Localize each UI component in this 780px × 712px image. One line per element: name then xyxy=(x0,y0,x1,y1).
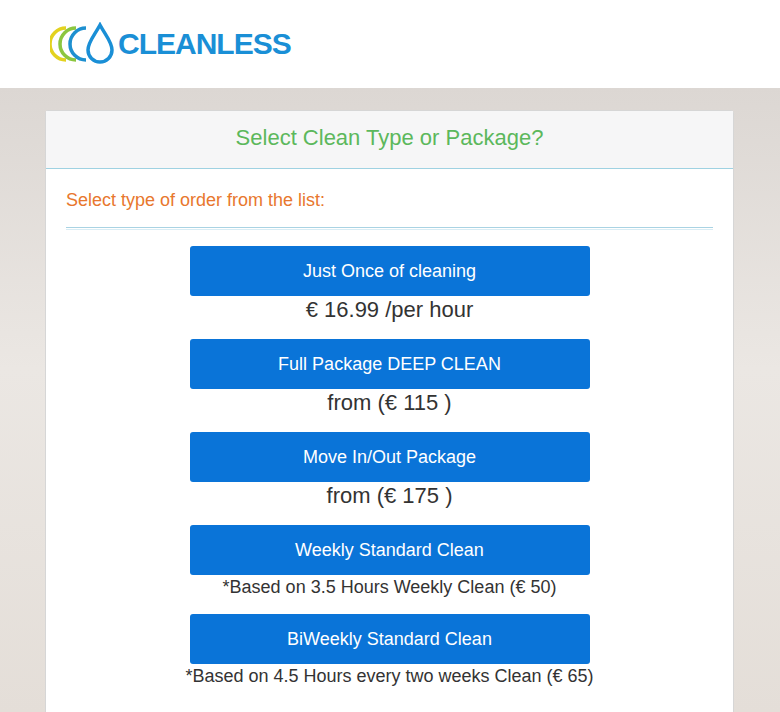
option-price: from (€ 175 ) xyxy=(327,482,453,525)
option-button[interactable]: Just Once of cleaning xyxy=(190,246,590,296)
option: Weekly Standard Clean*Based on 3.5 Hours… xyxy=(190,525,590,614)
card-subtitle: Select type of order from the list: xyxy=(66,187,713,213)
logo[interactable]: CLEANLESS xyxy=(50,22,291,66)
option: Full Package DEEP CLEANfrom (€ 115 ) xyxy=(190,339,590,432)
option: Just Once of cleaning€ 16.99 /per hour xyxy=(190,246,590,339)
background-photo: Select Clean Type or Package? Select type… xyxy=(0,88,780,712)
order-card: Select Clean Type or Package? Select type… xyxy=(45,110,734,712)
option-button[interactable]: Move In/Out Package xyxy=(190,432,590,482)
option-price: from (€ 115 ) xyxy=(327,389,451,432)
option-button[interactable]: BiWeekly Standard Clean xyxy=(190,614,590,664)
card-body: Select type of order from the list: Just … xyxy=(46,169,733,703)
card-header: Select Clean Type or Package? xyxy=(46,111,733,169)
option-note: *Based on 3.5 Hours Weekly Clean (€ 50) xyxy=(223,575,557,614)
option-button[interactable]: Weekly Standard Clean xyxy=(190,525,590,575)
option: Move In/Out Packagefrom (€ 175 ) xyxy=(190,432,590,525)
logo-icon xyxy=(50,22,116,66)
divider xyxy=(66,227,713,230)
option-button[interactable]: Full Package DEEP CLEAN xyxy=(190,339,590,389)
header: CLEANLESS xyxy=(0,0,780,88)
option-list: Just Once of cleaning€ 16.99 /per hourFu… xyxy=(66,246,713,703)
card-title: Select Clean Type or Package? xyxy=(62,123,717,153)
option-note: *Based on 4.5 Hours every two weeks Clea… xyxy=(185,664,593,703)
option-price: € 16.99 /per hour xyxy=(306,296,474,339)
option: BiWeekly Standard Clean*Based on 4.5 Hou… xyxy=(185,614,593,703)
logo-text: CLEANLESS xyxy=(118,29,291,59)
page: CLEANLESSSelect Clean Type or Package?Se… xyxy=(0,0,780,712)
